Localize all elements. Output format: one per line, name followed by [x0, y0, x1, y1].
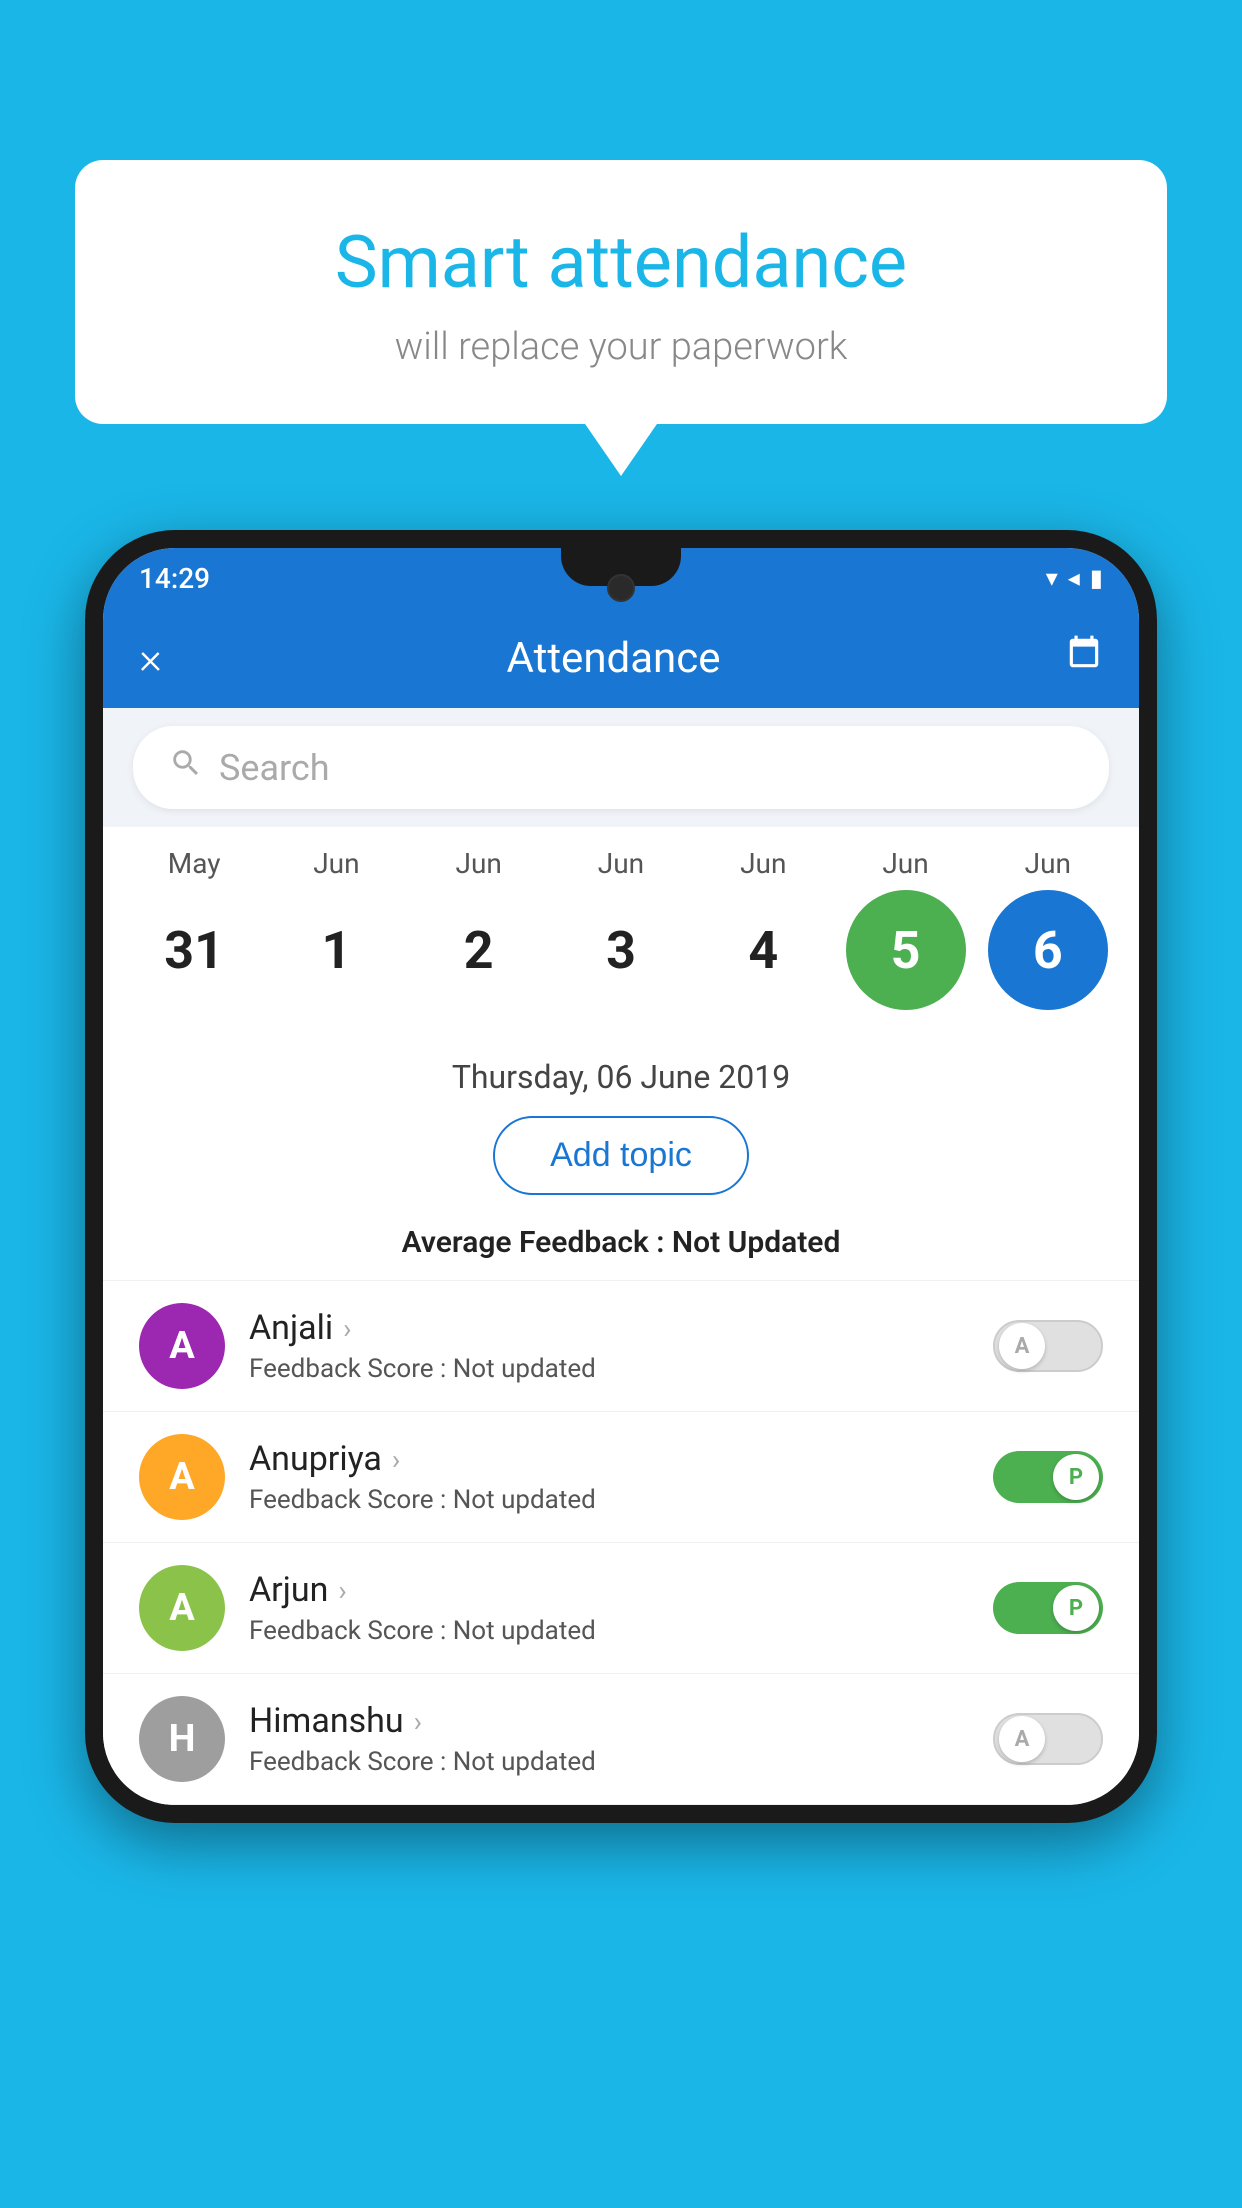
chevron-icon-arjun: ›	[338, 1574, 346, 1607]
selected-date-label: Thursday, 06 June 2019	[103, 1040, 1139, 1106]
search-placeholder: Search	[219, 747, 330, 789]
toggle-knob-anjali: A	[999, 1323, 1045, 1369]
student-item-arjun[interactable]: A Arjun › Feedback Score : Not updated P	[103, 1543, 1139, 1674]
cal-date-1[interactable]: 1	[276, 890, 396, 1010]
student-list: A Anjali › Feedback Score : Not updated …	[103, 1281, 1139, 1805]
cal-month-6: Jun	[988, 847, 1108, 880]
feedback-score-anupriya: Feedback Score : Not updated	[249, 1485, 969, 1515]
toggle-switch-anupriya[interactable]: P	[993, 1451, 1103, 1503]
calendar-months: May Jun Jun Jun Jun Jun Jun	[103, 847, 1139, 880]
student-name-arjun: Arjun ›	[249, 1570, 969, 1610]
toggle-switch-anjali[interactable]: A	[993, 1320, 1103, 1372]
feedback-score-arjun: Feedback Score : Not updated	[249, 1616, 969, 1646]
student-item-anjali[interactable]: A Anjali › Feedback Score : Not updated …	[103, 1281, 1139, 1412]
header-title: Attendance	[507, 634, 721, 683]
avg-feedback-value: Not Updated	[672, 1225, 840, 1260]
phone-screen: 14:29 ▾ ◂ ▮ × Attendance	[103, 548, 1139, 1805]
add-topic-container: Add topic	[103, 1106, 1139, 1215]
toggle-switch-arjun[interactable]: P	[993, 1582, 1103, 1634]
student-item-anupriya[interactable]: A Anupriya › Feedback Score : Not update…	[103, 1412, 1139, 1543]
avatar-anjali: A	[139, 1303, 225, 1389]
app-header: × Attendance	[103, 608, 1139, 708]
speech-bubble-container: Smart attendance will replace your paper…	[75, 160, 1167, 424]
cal-date-5[interactable]: 5	[846, 890, 966, 1010]
cal-month-3: Jun	[561, 847, 681, 880]
toggle-knob-himanshu: A	[999, 1716, 1045, 1762]
search-bar-container: Search	[103, 708, 1139, 827]
calendar-dates: 31 1 2 3 4 5 6	[103, 890, 1139, 1010]
status-icons: ▾ ◂ ▮	[1046, 564, 1103, 592]
student-item-himanshu[interactable]: H Himanshu › Feedback Score : Not update…	[103, 1674, 1139, 1805]
avg-feedback-label: Average Feedback :	[402, 1225, 672, 1260]
wifi-icon: ▾	[1046, 564, 1058, 592]
chevron-icon-anupriya: ›	[392, 1443, 400, 1476]
avatar-himanshu: H	[139, 1696, 225, 1782]
cal-date-4[interactable]: 4	[703, 890, 823, 1010]
student-info-arjun: Arjun › Feedback Score : Not updated	[249, 1570, 969, 1646]
close-button[interactable]: ×	[139, 632, 162, 684]
phone-notch	[561, 548, 681, 586]
student-name-anjali: Anjali ›	[249, 1308, 969, 1348]
feedback-score-anjali: Feedback Score : Not updated	[249, 1354, 969, 1384]
chevron-icon-anjali: ›	[343, 1312, 351, 1345]
phone-camera	[607, 574, 635, 602]
calendar-icon[interactable]	[1065, 634, 1103, 682]
avatar-arjun: A	[139, 1565, 225, 1651]
signal-icon: ◂	[1068, 564, 1080, 592]
cal-date-31[interactable]: 31	[134, 890, 254, 1010]
speech-bubble: Smart attendance will replace your paper…	[75, 160, 1167, 424]
toggle-himanshu[interactable]: A	[993, 1713, 1103, 1765]
student-name-anupriya: Anupriya ›	[249, 1439, 969, 1479]
search-icon	[169, 746, 203, 789]
toggle-arjun[interactable]: P	[993, 1582, 1103, 1634]
toggle-knob-anupriya: P	[1053, 1454, 1099, 1500]
toggle-switch-himanshu[interactable]: A	[993, 1713, 1103, 1765]
cal-date-6[interactable]: 6	[988, 890, 1108, 1010]
cal-month-0: May	[134, 847, 254, 880]
bubble-title: Smart attendance	[135, 220, 1107, 305]
student-name-himanshu: Himanshu ›	[249, 1701, 969, 1741]
battery-icon: ▮	[1090, 564, 1103, 592]
feedback-score-himanshu: Feedback Score : Not updated	[249, 1747, 969, 1777]
cal-month-5: Jun	[846, 847, 966, 880]
avatar-anupriya: A	[139, 1434, 225, 1520]
toggle-anjali[interactable]: A	[993, 1320, 1103, 1372]
add-topic-button[interactable]: Add topic	[493, 1116, 749, 1195]
cal-month-2: Jun	[419, 847, 539, 880]
cal-date-3[interactable]: 3	[561, 890, 681, 1010]
cal-month-1: Jun	[276, 847, 396, 880]
average-feedback: Average Feedback : Not Updated	[103, 1215, 1139, 1281]
status-time: 14:29	[139, 562, 210, 595]
toggle-knob-arjun: P	[1053, 1585, 1099, 1631]
search-bar[interactable]: Search	[133, 726, 1109, 809]
bubble-subtitle: will replace your paperwork	[135, 325, 1107, 369]
student-info-anupriya: Anupriya › Feedback Score : Not updated	[249, 1439, 969, 1515]
chevron-icon-himanshu: ›	[414, 1705, 422, 1738]
cal-month-4: Jun	[703, 847, 823, 880]
student-info-anjali: Anjali › Feedback Score : Not updated	[249, 1308, 969, 1384]
student-info-himanshu: Himanshu › Feedback Score : Not updated	[249, 1701, 969, 1777]
calendar-row: May Jun Jun Jun Jun Jun Jun 31 1 2 3 4 5…	[103, 827, 1139, 1040]
toggle-anupriya[interactable]: P	[993, 1451, 1103, 1503]
phone-body: 14:29 ▾ ◂ ▮ × Attendance	[85, 530, 1157, 1823]
phone-wrapper: 14:29 ▾ ◂ ▮ × Attendance	[85, 530, 1157, 2208]
cal-date-2[interactable]: 2	[419, 890, 539, 1010]
